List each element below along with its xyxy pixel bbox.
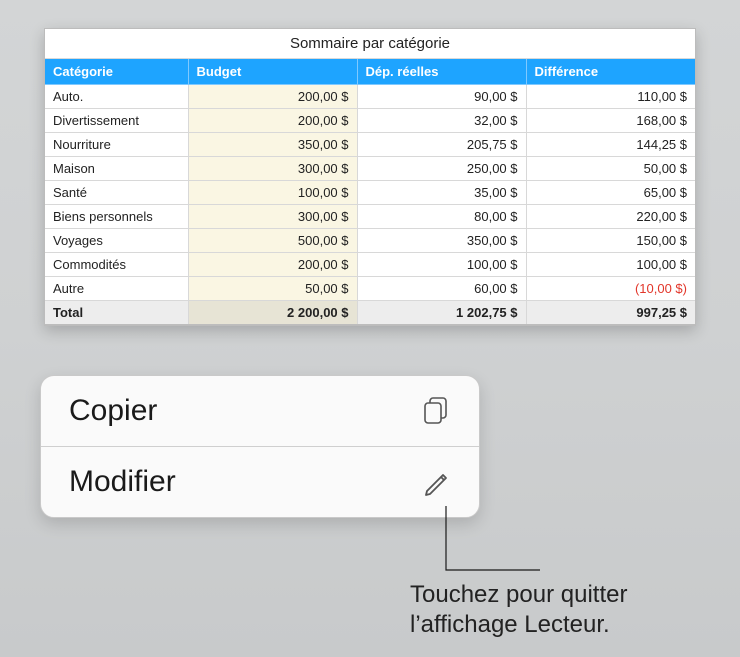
cell-budget: 200,00 $ — [188, 253, 357, 277]
table-row: Commodités200,00 $100,00 $100,00 $ — [45, 253, 695, 277]
cell-category: Commodités — [45, 253, 188, 277]
th-budget: Budget — [188, 59, 357, 85]
cell-total-budget: 2 200,00 $ — [188, 301, 357, 325]
cell-diff: 168,00 $ — [526, 109, 695, 133]
cell-total-label: Total — [45, 301, 188, 325]
modify-label: Modifier — [69, 465, 176, 499]
cell-diff: (10,00 $) — [526, 277, 695, 301]
cell-category: Santé — [45, 181, 188, 205]
cell-actual: 100,00 $ — [357, 253, 526, 277]
cell-budget: 350,00 $ — [188, 133, 357, 157]
table-row: Maison300,00 $250,00 $50,00 $ — [45, 157, 695, 181]
cell-diff: 65,00 $ — [526, 181, 695, 205]
cell-diff: 144,25 $ — [526, 133, 695, 157]
copy-button[interactable]: Copier — [41, 376, 479, 446]
context-menu: Copier Modifier — [40, 375, 480, 518]
cell-category: Auto. — [45, 85, 188, 109]
cell-budget: 300,00 $ — [188, 205, 357, 229]
table-row: Nourriture350,00 $205,75 $144,25 $ — [45, 133, 695, 157]
copy-label: Copier — [69, 394, 157, 428]
cell-actual: 35,00 $ — [357, 181, 526, 205]
cell-actual: 205,75 $ — [357, 133, 526, 157]
summary-table: Sommaire par catégorie Catégorie Budget … — [44, 28, 696, 326]
cell-total-diff: 997,25 $ — [526, 301, 695, 325]
cell-total-actual: 1 202,75 $ — [357, 301, 526, 325]
cell-category: Maison — [45, 157, 188, 181]
cell-diff: 50,00 $ — [526, 157, 695, 181]
table-row: Biens personnels300,00 $80,00 $220,00 $ — [45, 205, 695, 229]
cell-actual: 60,00 $ — [357, 277, 526, 301]
category-table: Catégorie Budget Dép. réelles Différence… — [45, 59, 695, 325]
cell-category: Autre — [45, 277, 188, 301]
cell-actual: 80,00 $ — [357, 205, 526, 229]
cell-diff: 150,00 $ — [526, 229, 695, 253]
cell-category: Voyages — [45, 229, 188, 253]
cell-category: Nourriture — [45, 133, 188, 157]
cell-actual: 32,00 $ — [357, 109, 526, 133]
th-category: Catégorie — [45, 59, 188, 85]
table-row: Divertissement200,00 $32,00 $168,00 $ — [45, 109, 695, 133]
table-title: Sommaire par catégorie — [45, 29, 695, 59]
modify-button[interactable]: Modifier — [41, 446, 479, 517]
table-total-row: Total2 200,00 $1 202,75 $997,25 $ — [45, 301, 695, 325]
cell-category: Biens personnels — [45, 205, 188, 229]
cell-budget: 100,00 $ — [188, 181, 357, 205]
cell-budget: 200,00 $ — [188, 85, 357, 109]
callout-line2: l’affichage Lecteur. — [410, 610, 627, 640]
cell-actual: 350,00 $ — [357, 229, 526, 253]
table-header-row: Catégorie Budget Dép. réelles Différence — [45, 59, 695, 85]
callout-text: Touchez pour quitter l’affichage Lecteur… — [410, 580, 627, 640]
cell-actual: 90,00 $ — [357, 85, 526, 109]
cell-budget: 200,00 $ — [188, 109, 357, 133]
cell-actual: 250,00 $ — [357, 157, 526, 181]
cell-diff: 110,00 $ — [526, 85, 695, 109]
th-actual: Dép. réelles — [357, 59, 526, 85]
table-row: Auto.200,00 $90,00 $110,00 $ — [45, 85, 695, 109]
callout-line1: Touchez pour quitter — [410, 580, 627, 610]
th-diff: Différence — [526, 59, 695, 85]
pencil-icon — [419, 465, 453, 499]
cell-budget: 300,00 $ — [188, 157, 357, 181]
cell-budget: 50,00 $ — [188, 277, 357, 301]
copy-icon — [419, 394, 453, 428]
cell-category: Divertissement — [45, 109, 188, 133]
table-row: Santé100,00 $35,00 $65,00 $ — [45, 181, 695, 205]
table-row: Voyages500,00 $350,00 $150,00 $ — [45, 229, 695, 253]
cell-diff: 220,00 $ — [526, 205, 695, 229]
cell-diff: 100,00 $ — [526, 253, 695, 277]
table-row: Autre50,00 $60,00 $(10,00 $) — [45, 277, 695, 301]
cell-budget: 500,00 $ — [188, 229, 357, 253]
